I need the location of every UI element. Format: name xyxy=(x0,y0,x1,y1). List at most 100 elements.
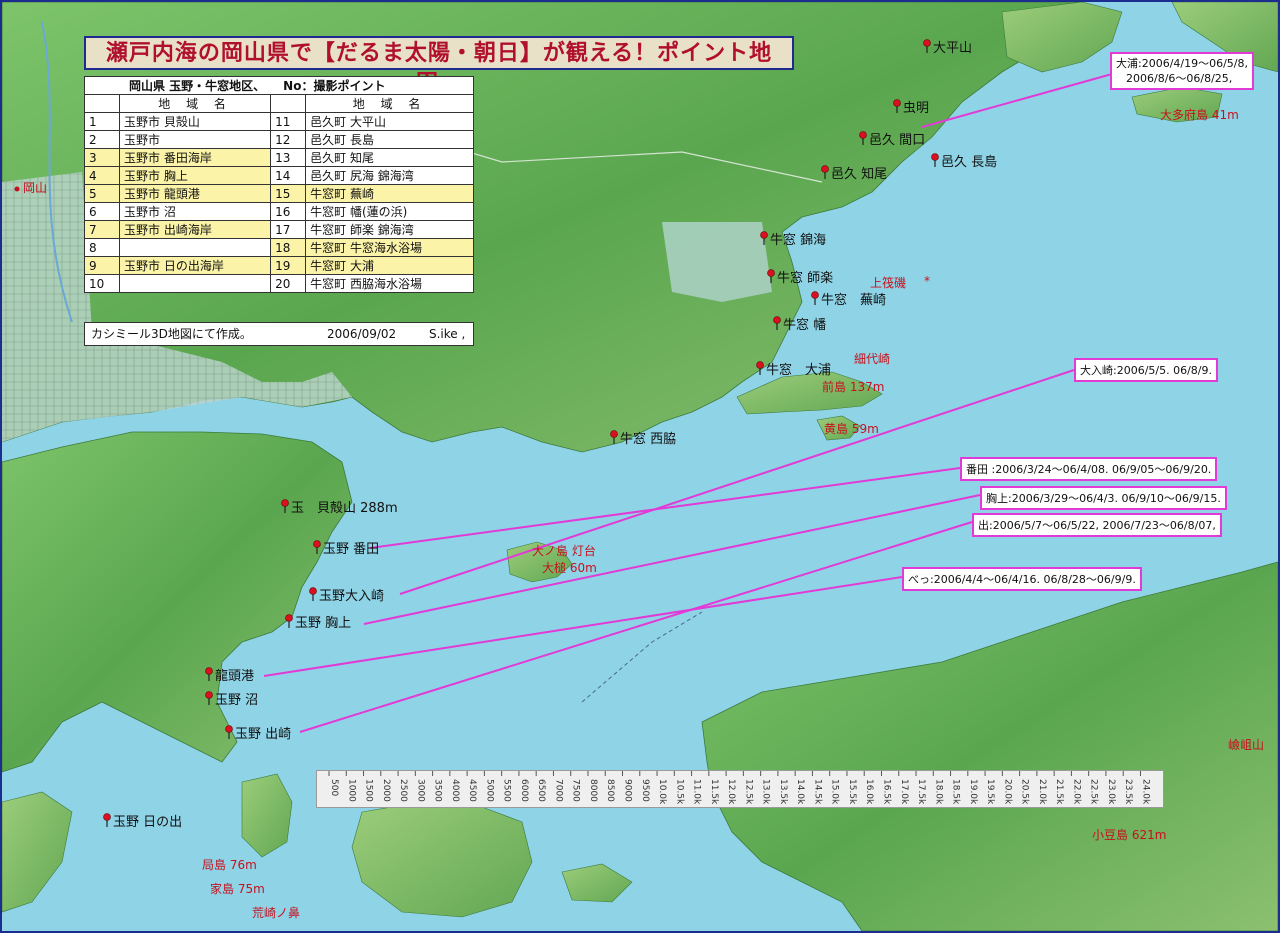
table-body: 1 玉野市 貝殻山 11 邑久町 大平山 2 玉野市 12 邑久町 長島 3 玉野市 番田海岸 13… xyxy=(84,112,474,293)
point-name: 邑久町 大平山 xyxy=(305,112,474,131)
scale-tick-label: 21.0k xyxy=(1037,779,1047,805)
scale-tick-label: 500 xyxy=(329,779,339,796)
pin-marker-icon xyxy=(766,268,776,287)
scale-tick-label: 17.0k xyxy=(899,779,909,805)
table-row: 1 玉野市 貝殻山 11 邑久町 大平山 xyxy=(84,112,474,131)
point-name: 邑久町 尻海 錦海湾 xyxy=(305,166,474,185)
point-name: 牛窓町 西脇海水浴場 xyxy=(305,274,474,293)
point-number: 15 xyxy=(270,184,307,203)
point-number: 20 xyxy=(270,274,307,293)
pin-label-tamano-muneage: 玉野 胸上 xyxy=(295,616,352,631)
point-name: 玉野市 貝殻山 xyxy=(118,112,272,131)
pin-marker-icon xyxy=(224,724,234,743)
point-number: 17 xyxy=(270,220,307,239)
label-kashirodaizaki: 細代崎 xyxy=(854,352,891,366)
point-number: 1 xyxy=(84,112,120,131)
scale-tick-label: 4000 xyxy=(450,779,460,802)
point-number: 11 xyxy=(270,112,307,131)
table-row: 7 玉野市 出崎海岸 17 牛窓町 師楽 錦海湾 xyxy=(84,220,474,239)
pin-label-tamano-banda: 玉野 番田 xyxy=(323,542,380,557)
pin-label-okayama: 岡山 xyxy=(23,181,48,195)
pin-marker-icon xyxy=(858,130,868,149)
label-dounzan: 嶮岨山 xyxy=(1228,738,1265,752)
point-name: 牛窓町 牛窓海水浴場 xyxy=(305,238,474,257)
point-name: 牛窓町 師楽 錦海湾 xyxy=(305,220,474,239)
scale-tick-label: 17.5k xyxy=(916,779,926,805)
scale-tick-label: 20.0k xyxy=(1002,779,1012,805)
scale-tick-label: 13.0k xyxy=(761,779,771,805)
pin-label-oku-chio: 邑久 知尾 xyxy=(831,167,888,182)
table-row: 2 玉野市 12 邑久町 長島 xyxy=(84,130,474,149)
pin-label-ushimado-oura: 牛窓 大浦 xyxy=(766,363,832,378)
pin-marker-icon xyxy=(280,498,290,517)
table-caption: 岡山県 玉野・牛窓地区、 No：撮影ポイント xyxy=(84,76,474,95)
point-name xyxy=(118,238,272,257)
point-number: 3 xyxy=(84,148,120,167)
table-row: 3 玉野市 番田海岸 13 邑久町 知尾 xyxy=(84,148,474,167)
pin-label-tamano-numa: 玉野 沼 xyxy=(215,693,259,708)
scale-tick-label: 12.5k xyxy=(743,779,753,805)
point-name: 邑久町 長島 xyxy=(305,130,474,149)
point-number: 10 xyxy=(84,274,120,293)
column-header-left: 地 域 名 xyxy=(118,94,272,113)
map-frame: 瀬戸内海の岡山県で【だるま太陽・朝日】が観える！ポイント地図。 岡山県 玉野・牛… xyxy=(0,0,1280,933)
scale-tick-label: 6500 xyxy=(536,779,546,802)
scale-tick-label: 19.5k xyxy=(985,779,995,805)
credit-date: 2006/09/02 xyxy=(327,327,397,341)
callout-beppu: べっ:2006/4/4～06/4/16. 06/8/28～06/9/9. xyxy=(902,567,1142,591)
pin-label-ushimado-shiraku: 牛窓 師楽 xyxy=(777,271,834,286)
table-row: 8 18 牛窓町 牛窓海水浴場 xyxy=(84,238,474,257)
point-name: 玉野市 出崎海岸 xyxy=(118,220,272,239)
scale-tick-label: 9000 xyxy=(623,779,633,802)
callout-oura-line1: 大浦:2006/4/19～06/5/8, xyxy=(1116,57,1249,70)
scale-tick-label: 10.5k xyxy=(674,779,684,805)
column-header-right: 地 域 名 xyxy=(305,94,474,113)
scale-tick-label: 9500 xyxy=(640,779,650,802)
table-row: 6 玉野市 沼 16 牛窓町 幡(蓮の浜) xyxy=(84,202,474,221)
label-oozuchi: 大槌 60m xyxy=(542,561,597,575)
scale-tick-label: 4500 xyxy=(467,779,477,802)
pin-label-tamano-hinode: 玉野 日の出 xyxy=(113,815,183,830)
table-row: 5 玉野市 龍頭港 15 牛窓町 蕪崎 xyxy=(84,184,474,203)
scale-tick-label: 19.0k xyxy=(968,779,978,805)
pin-marker-icon xyxy=(930,152,940,171)
point-name: 玉野市 番田海岸 xyxy=(118,148,272,167)
pin-marker-icon xyxy=(810,290,820,309)
pin-marker-icon xyxy=(820,164,830,183)
point-number: 14 xyxy=(270,166,307,185)
point-number: 7 xyxy=(84,220,120,239)
point-number: 19 xyxy=(270,256,307,275)
scale-tick-label: 22.0k xyxy=(1071,779,1081,805)
pin-label-oku-maguchi: 邑久 間口 xyxy=(869,133,926,148)
callout-oura: 大浦:2006/4/19～06/5/8, 2006/8/6～06/8/25, xyxy=(1110,52,1255,90)
scale-tick-label: 23.0k xyxy=(1106,779,1116,805)
scale-tick-label: 21.5k xyxy=(1054,779,1064,805)
point-name xyxy=(118,274,272,293)
table-row: 9 玉野市 日の出海岸 19 牛窓町 大浦 xyxy=(84,256,474,275)
credit-text: カシミール3D地図にて作成。 xyxy=(91,327,252,341)
pin-marker-icon xyxy=(772,315,782,334)
pin-label-ryuzuko: 龍頭港 xyxy=(215,669,255,684)
point-number: 9 xyxy=(84,256,120,275)
label-ootabujima: 大多府島 41m xyxy=(1160,108,1239,122)
pin-marker-icon xyxy=(759,230,769,249)
pin-marker-icon xyxy=(609,429,619,448)
scale-tick-label: 3000 xyxy=(415,779,425,802)
scale-tick-label: 14.5k xyxy=(812,779,822,805)
point-name: 玉野市 龍頭港 xyxy=(118,184,272,203)
pin-marker-icon xyxy=(892,98,902,117)
point-number: 12 xyxy=(270,130,307,149)
scale-tick-label: 11.5k xyxy=(709,779,719,805)
pin-marker-icon xyxy=(204,666,214,685)
point-name: 玉野市 沼 xyxy=(118,202,272,221)
scale-svg: 500 1000 1500 2000 2500 3000 3500 4000 4500 5000 5… xyxy=(328,771,1150,805)
pin-marker-icon xyxy=(922,38,932,57)
label-arasakinohana: 荒崎ノ鼻 xyxy=(252,906,301,920)
callout-dezaki: 出:2006/5/7～06/5/22, 2006/7/23～06/8/07, xyxy=(972,513,1222,537)
point-number: 4 xyxy=(84,166,120,185)
label-shodoshima: 小豆島 621m xyxy=(1092,828,1167,842)
pin-marker-icon xyxy=(204,690,214,709)
point-number: 8 xyxy=(84,238,120,257)
pin-marker-icon xyxy=(755,360,765,379)
callout-ooirizaki: 大入崎:2006/5/5. 06/8/9. xyxy=(1074,358,1219,382)
